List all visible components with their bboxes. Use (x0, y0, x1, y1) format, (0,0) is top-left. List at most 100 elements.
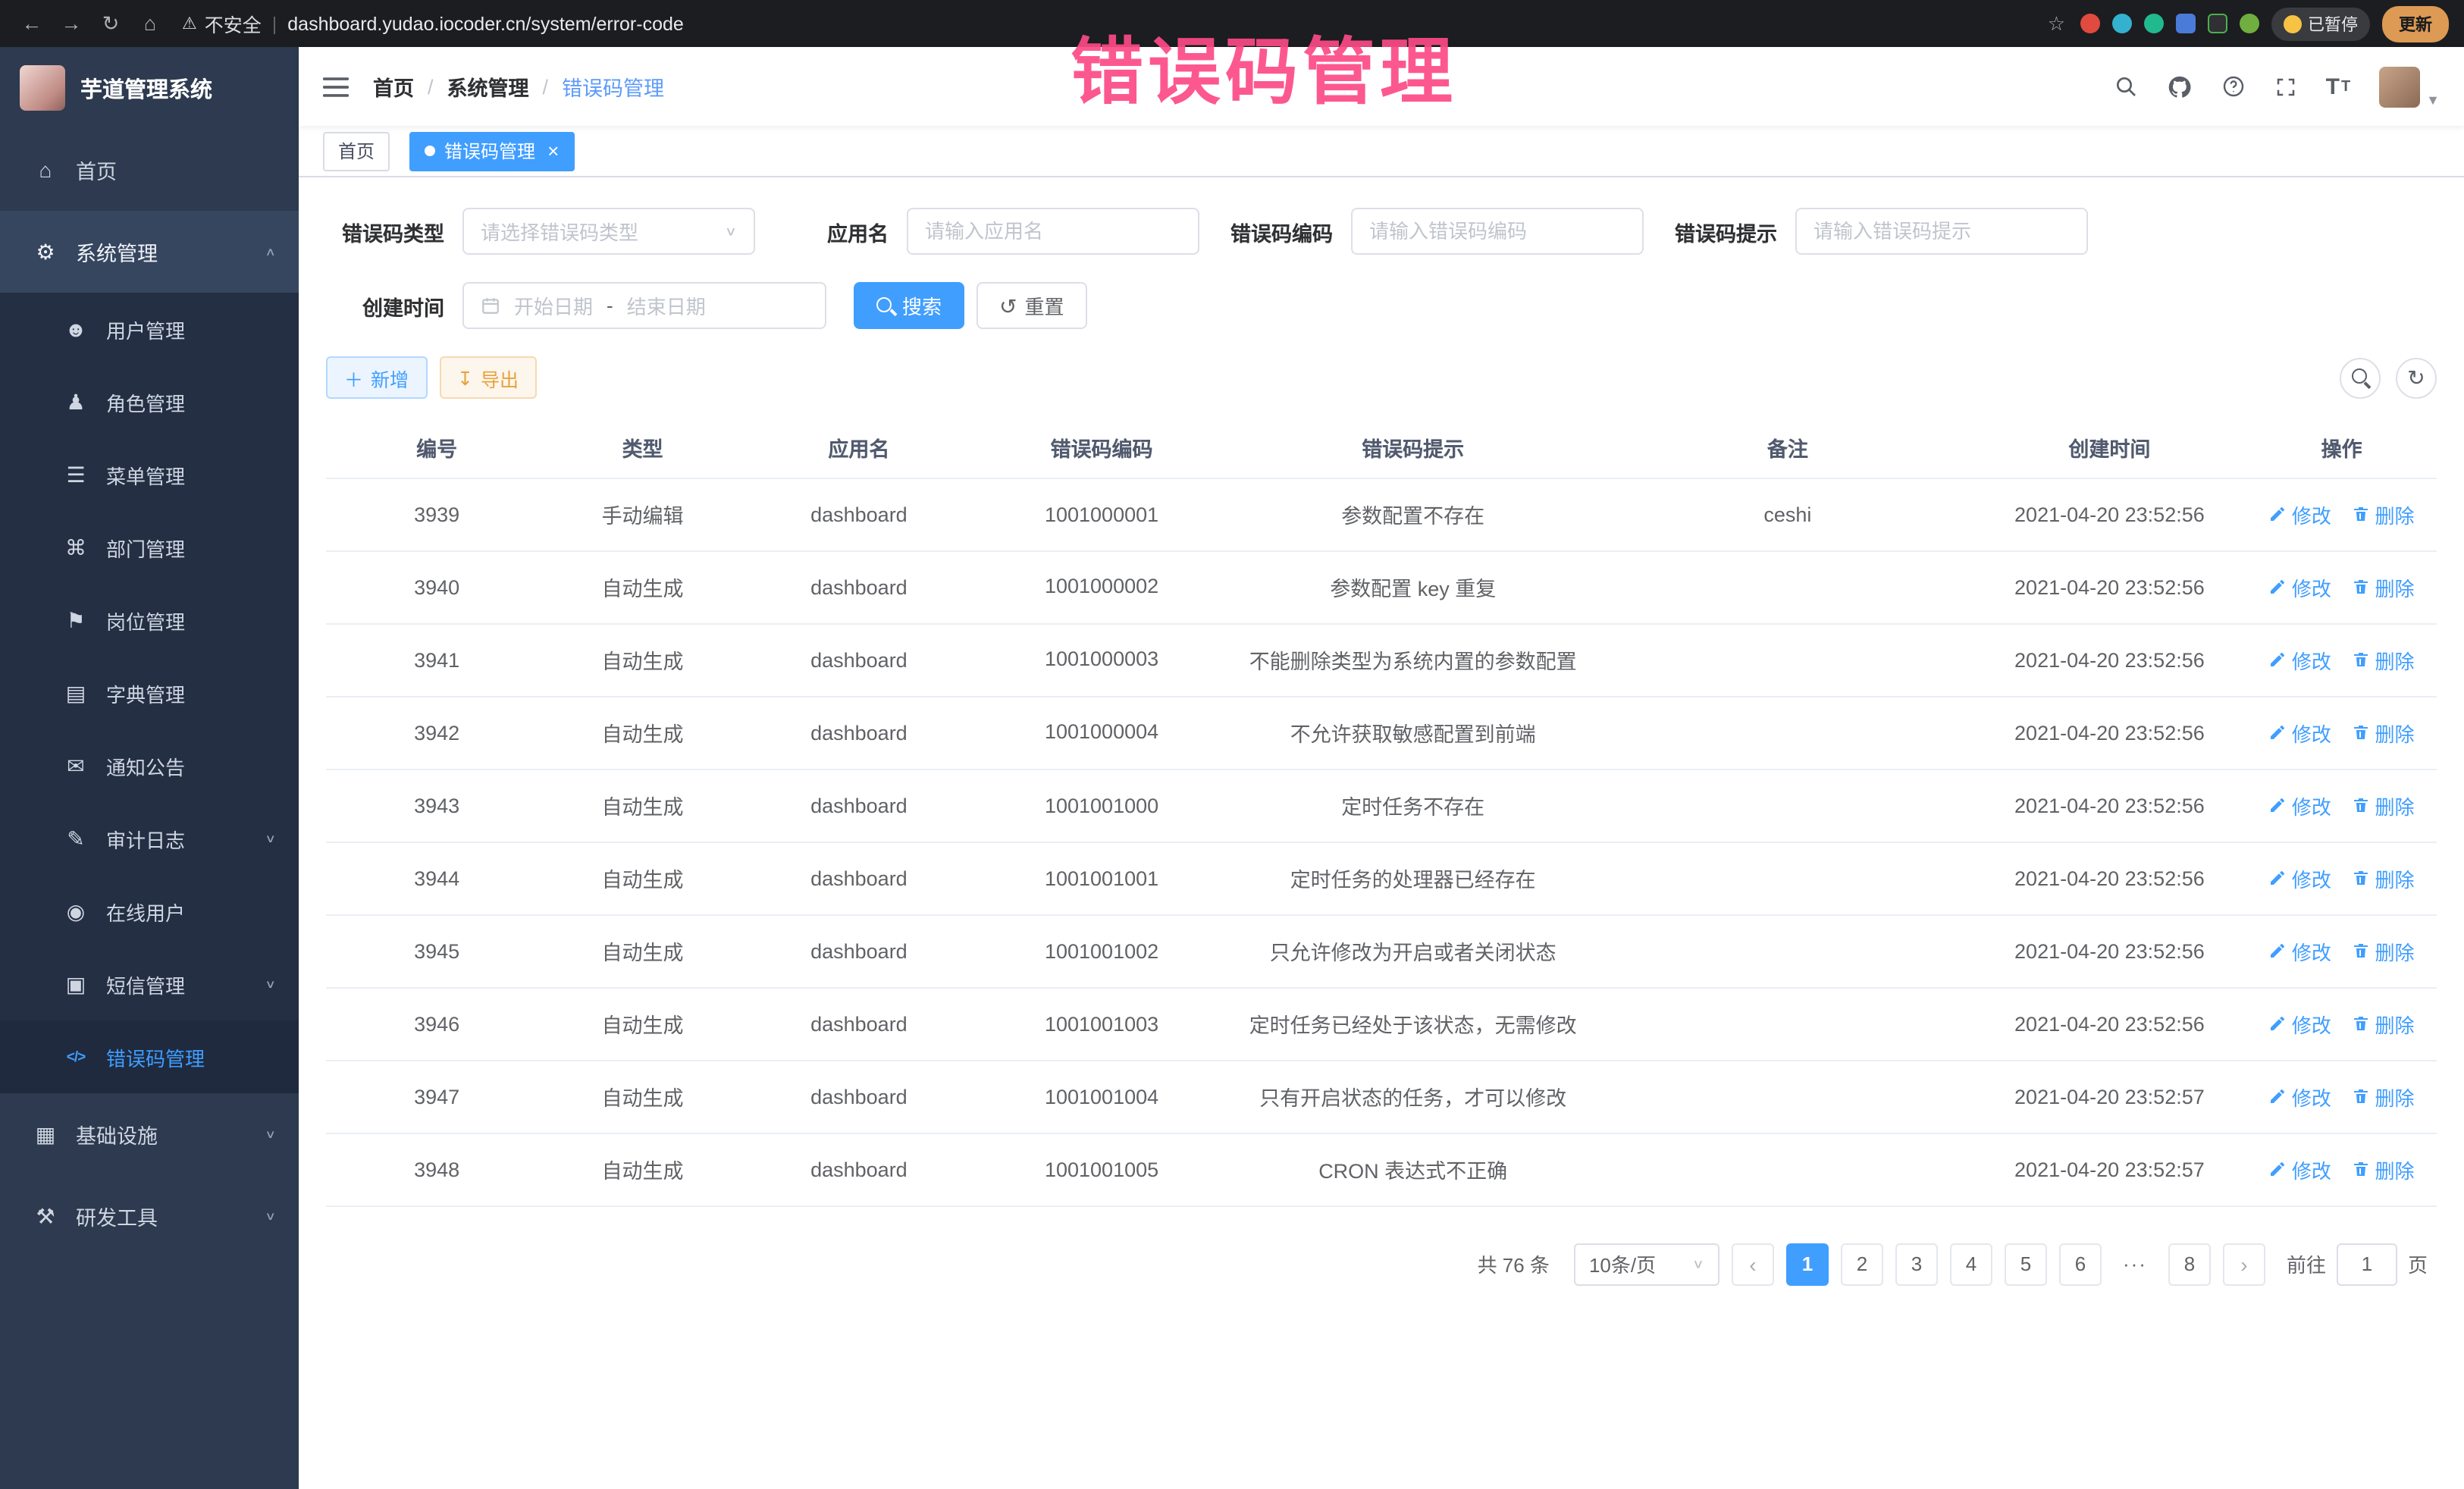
page-button-1[interactable]: 1 (1786, 1243, 1829, 1285)
reset-button[interactable]: ↺ 重置 (977, 282, 1087, 329)
refresh-button[interactable]: ↻ (2396, 357, 2437, 398)
page-button-3[interactable]: 3 (1895, 1243, 1938, 1285)
date-range-picker[interactable]: 开始日期 - 结束日期 (462, 282, 826, 329)
cell-message: 定时任务的处理器已经存在 (1223, 842, 1603, 914)
sidebar-item-department[interactable]: ⌘ 部门管理 (0, 511, 299, 584)
browser-home-icon[interactable]: ⌂ (133, 12, 167, 35)
sidebar-item-gear[interactable]: ⚙ 系统管理 ∧ (0, 211, 299, 293)
sidebar-item-online-users[interactable]: ◉ 在线用户 (0, 875, 299, 948)
page-size-select[interactable]: 10条/页 ∨ (1574, 1243, 1719, 1285)
edit-link[interactable]: 修改 (2269, 645, 2331, 674)
sidebar-item-roles[interactable]: ♟ 角色管理 (0, 365, 299, 438)
show-search-button[interactable] (2340, 357, 2381, 398)
edit-link[interactable]: 修改 (2269, 1155, 2331, 1183)
delete-link[interactable]: 删除 (2352, 1155, 2414, 1183)
error-type-select[interactable]: 请选择错误码类型 ∨ (462, 208, 755, 255)
extension-icon[interactable] (2080, 14, 2100, 33)
error-message-field[interactable] (1795, 208, 2088, 255)
goto-label: 前往 (2287, 1249, 2326, 1278)
tab-error-code[interactable]: 错误码管理 × (409, 131, 574, 171)
sidebar-item-menu[interactable]: ☰ 菜单管理 (0, 438, 299, 511)
delete-link[interactable]: 删除 (2352, 1009, 2414, 1038)
sidebar-item-error-code[interactable]: </> 错误码管理 (0, 1020, 299, 1093)
edit-link[interactable]: 修改 (2269, 500, 2331, 528)
page-button-6[interactable]: 6 (2059, 1243, 2102, 1285)
delete-link[interactable]: 删除 (2352, 645, 2414, 674)
edit-link[interactable]: 修改 (2269, 864, 2331, 892)
next-page-button[interactable]: › (2223, 1243, 2265, 1285)
audit-log-icon: ✎ (62, 826, 89, 851)
sidebar-toggle-button[interactable] (299, 75, 373, 98)
edit-link[interactable]: 修改 (2269, 936, 2331, 965)
edit-link[interactable]: 修改 (2269, 1082, 2331, 1111)
sidebar-item-notice[interactable]: ✉ 通知公告 (0, 729, 299, 802)
sidebar-item-home[interactable]: ⌂ 首页 (0, 129, 299, 211)
app-logo[interactable]: 芋道管理系统 (0, 47, 299, 129)
edit-link[interactable]: 修改 (2269, 1009, 2331, 1038)
cell-app: dashboard (738, 1060, 980, 1133)
page-button-5[interactable]: 5 (2005, 1243, 2047, 1285)
prev-page-button[interactable]: ‹ (1732, 1243, 1774, 1285)
sidebar-item-user[interactable]: ☻ 用户管理 (0, 293, 299, 365)
search-icon[interactable] (2114, 74, 2138, 99)
sidebar-item-dictionary[interactable]: ▤ 字典管理 (0, 657, 299, 729)
extension-icon[interactable] (2144, 14, 2164, 33)
delete-link[interactable]: 删除 (2352, 572, 2414, 601)
chevron-down-icon: ∨ (265, 978, 276, 991)
browser-back-icon[interactable]: ← (15, 12, 49, 35)
page-button-8[interactable]: 8 (2168, 1243, 2211, 1285)
browser-forward-icon[interactable]: → (55, 12, 88, 35)
sidebar-item-sms[interactable]: ▣ 短信管理 ∨ (0, 948, 299, 1020)
security-label: 不安全 (205, 9, 262, 38)
cell-app: dashboard (738, 478, 980, 550)
github-icon[interactable] (2167, 74, 2193, 99)
delete-link[interactable]: 删除 (2352, 864, 2414, 892)
cell-remark (1603, 987, 1972, 1060)
export-button[interactable]: ↧ 导出 (439, 356, 537, 399)
fullscreen-icon[interactable] (2274, 75, 2297, 98)
delete-link[interactable]: 删除 (2352, 718, 2414, 747)
address-bar[interactable]: ⚠ 不安全 | dashboard.yudao.iocoder.cn/syste… (167, 9, 2080, 38)
search-button[interactable]: 搜索 (854, 282, 964, 329)
browser-reload-icon[interactable]: ↻ (94, 11, 127, 36)
chevron-down-icon: ∨ (265, 832, 276, 845)
sidebar-item-devtools[interactable]: ⚒ 研发工具 ∨ (0, 1175, 299, 1257)
help-icon[interactable] (2221, 74, 2246, 99)
delete-link[interactable]: 删除 (2352, 791, 2414, 820)
paused-badge[interactable]: 已暂停 (2271, 7, 2370, 40)
bookmark-star-icon[interactable]: ☆ (2048, 11, 2080, 36)
cell-remark (1603, 623, 1972, 696)
edit-link[interactable]: 修改 (2269, 572, 2331, 601)
edit-link[interactable]: 修改 (2269, 718, 2331, 747)
breadcrumb-item-system[interactable]: 系统管理 (447, 71, 529, 102)
close-icon[interactable]: × (547, 141, 559, 161)
page-button-4[interactable]: 4 (1950, 1243, 1992, 1285)
page-button-2[interactable]: 2 (1841, 1243, 1883, 1285)
page-ellipsis[interactable]: ··· (2114, 1243, 2156, 1285)
user-menu[interactable]: ▼ (2379, 66, 2440, 107)
extension-icon[interactable] (2208, 14, 2227, 33)
error-code-input[interactable] (1369, 209, 1625, 253)
filter-type-label: 错误码类型 (326, 216, 462, 246)
delete-link[interactable]: 删除 (2352, 1082, 2414, 1111)
tab-home[interactable]: 首页 (323, 131, 390, 171)
breadcrumb-item-home[interactable]: 首页 (373, 71, 414, 102)
font-size-icon[interactable]: TT (2326, 74, 2351, 99)
delete-link[interactable]: 删除 (2352, 936, 2414, 965)
app-name-input[interactable] (925, 209, 1181, 253)
sidebar-item-infrastructure[interactable]: ▦ 基础设施 ∨ (0, 1093, 299, 1175)
sidebar-item-position[interactable]: ⚑ 岗位管理 (0, 584, 299, 657)
extension-icon[interactable] (2240, 14, 2259, 33)
edit-link[interactable]: 修改 (2269, 791, 2331, 820)
delete-link[interactable]: 删除 (2352, 500, 2414, 528)
extension-icon[interactable] (2176, 14, 2196, 33)
error-code-field[interactable] (1351, 208, 1644, 255)
add-button[interactable]: ＋ 新增 (326, 356, 427, 399)
extension-icon[interactable] (2112, 14, 2132, 33)
goto-page-input[interactable] (2337, 1243, 2397, 1285)
app-name-field[interactable] (907, 208, 1199, 255)
error-message-input[interactable] (1814, 209, 2070, 253)
chevron-down-icon: ▼ (2426, 92, 2440, 107)
sidebar-item-audit-log[interactable]: ✎ 审计日志 ∨ (0, 802, 299, 875)
update-button[interactable]: 更新 (2382, 5, 2449, 42)
